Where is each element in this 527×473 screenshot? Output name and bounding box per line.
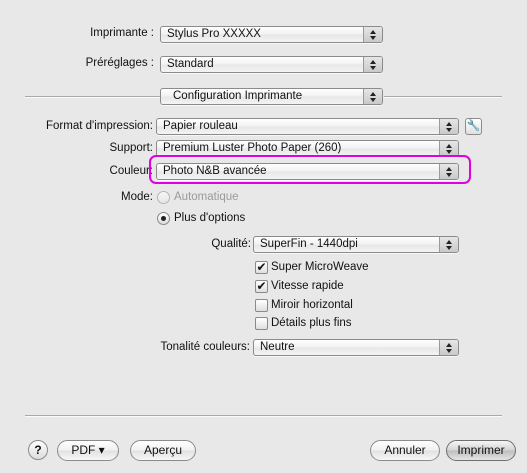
support-value: Premium Luster Photo Paper (260) — [163, 142, 342, 154]
up-down-arrows-icon — [363, 57, 382, 72]
tone-popup[interactable]: Neutre — [253, 339, 459, 356]
presets-popup[interactable]: Standard — [160, 56, 383, 73]
cancel-button[interactable]: Annuler — [370, 440, 440, 461]
printer-label: Imprimante : — [90, 27, 154, 39]
paper-format-popup[interactable]: Papier rouleau — [156, 118, 459, 135]
up-down-arrows-icon — [439, 141, 458, 156]
fast-speed-checkbox[interactable]: ✔ — [255, 280, 268, 293]
help-button[interactable]: ? — [28, 440, 48, 460]
mode-more-options-label: Plus d'options — [174, 212, 246, 224]
up-down-arrows-icon — [439, 237, 458, 252]
presets-label: Préréglages : — [85, 57, 154, 69]
super-microweave-label: Super MicroWeave — [271, 261, 369, 273]
finer-details-checkbox[interactable] — [255, 317, 268, 330]
panel-separator-left — [25, 96, 160, 97]
mode-more-options-radio[interactable] — [157, 212, 170, 225]
tone-label: Tonalité couleurs: — [160, 341, 251, 353]
mirror-checkbox[interactable] — [255, 299, 268, 312]
up-down-arrows-icon — [363, 89, 382, 104]
tone-value: Neutre — [260, 341, 295, 353]
super-microweave-checkbox[interactable]: ✔ — [255, 261, 268, 274]
wrench-icon[interactable]: 🔧 — [465, 118, 482, 135]
quality-value: SuperFin - 1440dpi — [260, 238, 358, 250]
mirror-label: Miroir horizontal — [271, 299, 353, 311]
presets-value: Standard — [167, 58, 214, 70]
support-label: Support: — [109, 142, 153, 154]
color-label: Couleur: — [109, 165, 153, 177]
fast-speed-label: Vitesse rapide — [271, 280, 344, 292]
preview-button[interactable]: Aperçu — [130, 440, 196, 461]
quality-popup[interactable]: SuperFin - 1440dpi — [253, 236, 459, 253]
panel-popup[interactable]: Configuration Imprimante — [160, 88, 383, 105]
printer-popup[interactable]: Stylus Pro XXXXX — [160, 26, 383, 43]
pdf-button[interactable]: PDF ▾ — [57, 440, 119, 461]
panel-value: Configuration Imprimante — [173, 90, 303, 102]
mode-automatic-radio[interactable] — [157, 191, 170, 204]
bottom-separator — [25, 415, 502, 416]
paper-format-label: Format d'impression: — [45, 120, 153, 132]
color-highlight-frame — [149, 155, 471, 184]
paper-format-value: Papier rouleau — [163, 120, 238, 132]
mode-label: Mode: — [121, 191, 153, 203]
quality-label: Qualité: — [211, 238, 251, 250]
print-button[interactable]: Imprimer — [446, 440, 516, 461]
up-down-arrows-icon — [363, 27, 382, 42]
finer-details-label: Détails plus fins — [271, 317, 352, 329]
up-down-arrows-icon — [439, 119, 458, 134]
panel-separator-right — [384, 96, 502, 97]
printer-value: Stylus Pro XXXXX — [167, 28, 261, 40]
up-down-arrows-icon — [439, 340, 458, 355]
mode-automatic-label: Automatique — [174, 191, 239, 203]
